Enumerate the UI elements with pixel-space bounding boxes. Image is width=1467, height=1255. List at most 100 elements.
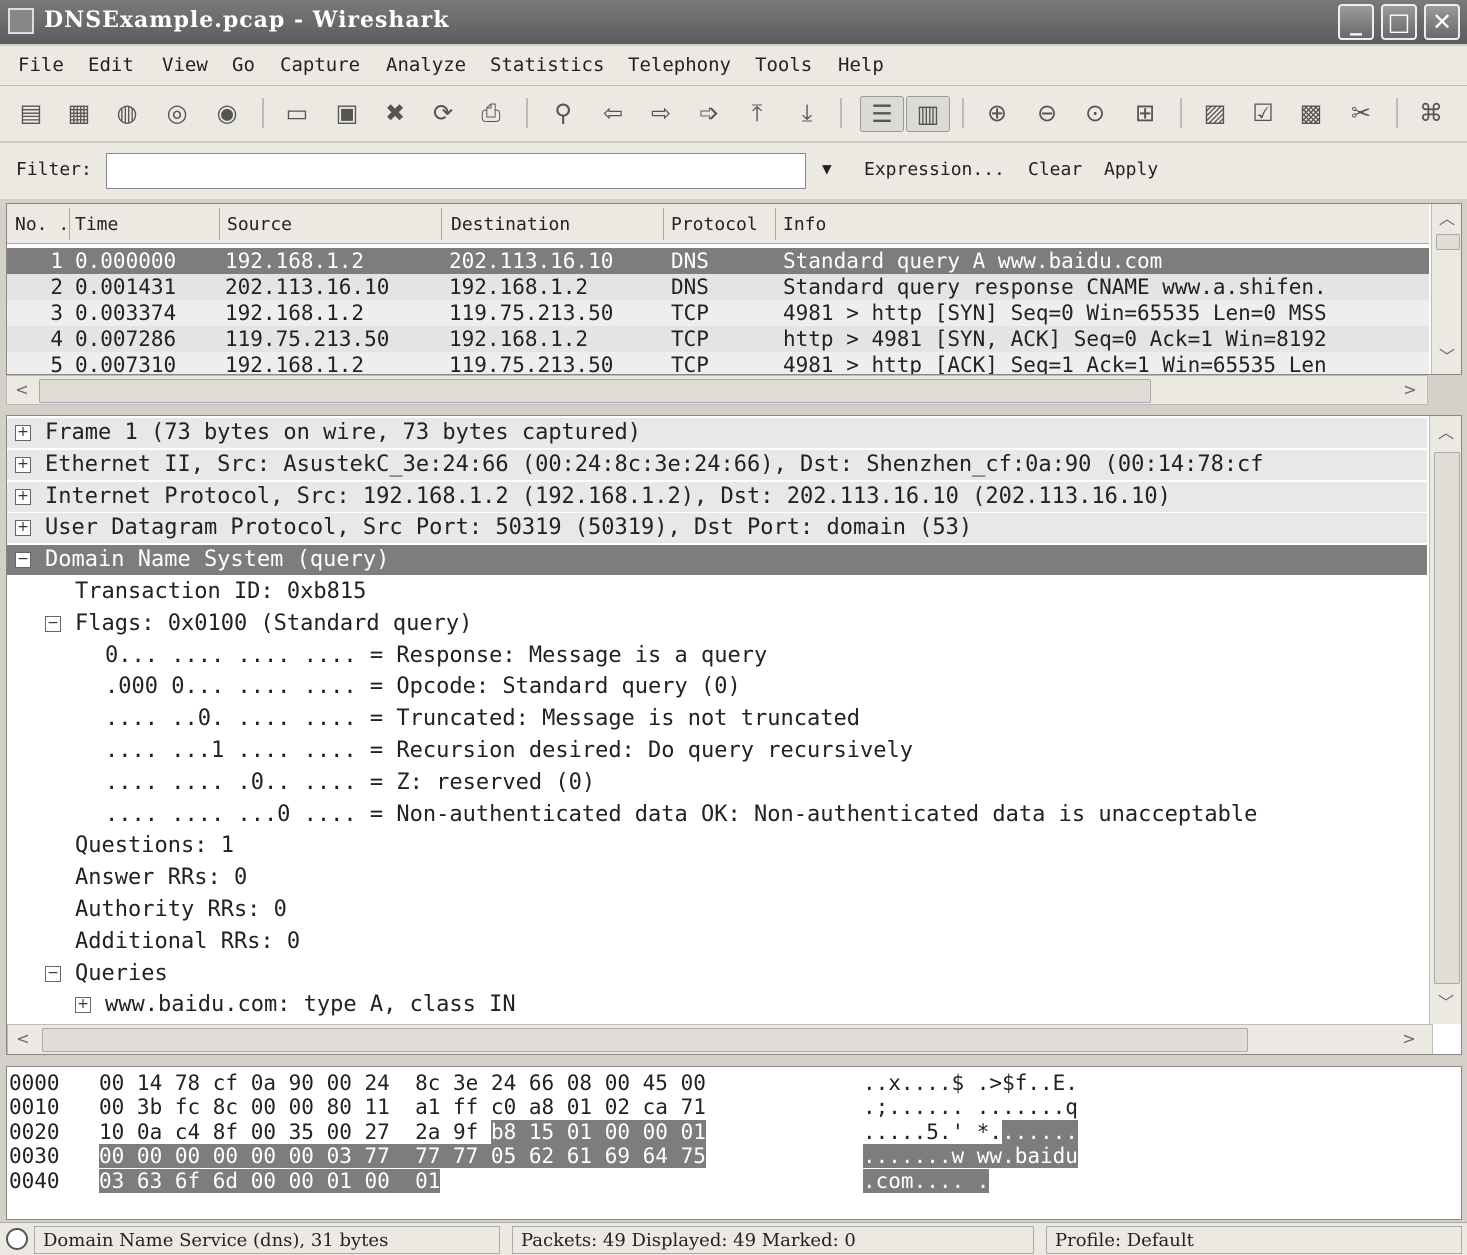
scroll-down-icon[interactable]: ﹀ — [1434, 344, 1460, 370]
scroll-right-icon[interactable]: > — [1397, 377, 1423, 403]
collapse-icon[interactable]: − — [15, 552, 31, 569]
scroll-thumb[interactable] — [1436, 234, 1460, 250]
hex-ascii[interactable]: .com.... . — [863, 1168, 990, 1193]
details-hscrollbar[interactable]: < > — [7, 1024, 1433, 1054]
go-first-packet-icon[interactable]: ⤒ — [740, 96, 774, 130]
tree-node[interactable]: + www.baidu.com: type A, class IN — [7, 990, 1427, 1020]
scroll-left-icon[interactable]: < — [10, 1026, 36, 1052]
tree-node[interactable]: + Frame 1 (73 bytes on wire, 73 bytes cap… — [7, 418, 1427, 448]
print-icon[interactable]: ⎙ — [474, 96, 508, 130]
hex-bytes[interactable]: 10 0a c4 8f 00 35 00 27 2a 9f b8 15 01 0… — [99, 1119, 706, 1144]
capture-filters-icon[interactable]: ▨ — [1198, 96, 1232, 130]
auto-scroll-icon[interactable]: ▥ — [906, 96, 950, 132]
packet-row[interactable]: 3 0.003374 192.168.1.2 119.75.213.50 TCP 4981… — [7, 300, 1429, 326]
packet-row[interactable]: 5 0.007310 192.168.1.2 119.75.213.50 TCP 4981… — [7, 352, 1429, 374]
maximize-button[interactable]: □ — [1381, 4, 1417, 40]
minimize-button[interactable]: _ — [1338, 4, 1374, 40]
close-button[interactable]: ✕ — [1424, 4, 1460, 40]
tree-node[interactable]: Answer RRs: 0 — [7, 863, 1427, 893]
expand-icon[interactable]: + — [15, 520, 31, 537]
column-divider[interactable] — [219, 208, 220, 240]
stop-capture-icon[interactable]: ◎ — [160, 96, 194, 130]
tree-node[interactable]: .... ...1 .... .... = Recursion desired:… — [7, 736, 1427, 766]
column-header-destination[interactable]: Destination — [451, 214, 570, 235]
menu-file[interactable]: File — [18, 54, 64, 76]
menu-edit[interactable]: Edit — [88, 54, 134, 76]
tree-node[interactable]: Additional RRs: 0 — [7, 927, 1427, 957]
column-header-no[interactable]: No. . — [15, 214, 69, 235]
column-divider[interactable] — [775, 208, 776, 240]
menu-go[interactable]: Go — [232, 54, 255, 76]
interfaces-icon[interactable]: ▤ — [14, 96, 48, 130]
apply-button[interactable]: Apply — [1104, 159, 1158, 180]
go-last-packet-icon[interactable]: ⤓ — [790, 96, 824, 130]
expand-icon[interactable]: + — [75, 997, 91, 1014]
resize-columns-icon[interactable]: ⊞ — [1128, 96, 1162, 130]
expand-icon[interactable]: + — [15, 425, 31, 441]
scroll-thumb[interactable] — [1434, 452, 1460, 984]
column-divider[interactable] — [441, 208, 442, 240]
filter-input[interactable] — [106, 153, 806, 189]
display-filters-icon[interactable]: ☑ — [1246, 96, 1280, 130]
hex-bytes[interactable]: 00 14 78 cf 0a 90 00 24 8c 3e 24 66 08 0… — [99, 1071, 706, 1095]
scroll-up-icon[interactable]: ︿ — [1433, 420, 1459, 446]
clear-button[interactable]: Clear — [1028, 159, 1082, 180]
column-header-info[interactable]: Info — [783, 214, 826, 235]
collapse-icon[interactable]: − — [45, 615, 61, 632]
packet-list-hscrollbar[interactable]: < > — [6, 375, 1428, 405]
menu-tools[interactable]: Tools — [755, 54, 812, 76]
tree-node[interactable]: − Domain Name System (query) — [7, 545, 1427, 576]
hex-ascii[interactable]: .;...... .......q — [863, 1095, 1078, 1119]
go-to-packet-icon[interactable]: ➩ — [692, 96, 726, 130]
reload-icon[interactable]: ⟳ — [426, 96, 460, 130]
tree-node[interactable]: .... ..0. .... .... = Truncated: Message… — [7, 704, 1427, 734]
open-file-icon[interactable]: ▭ — [280, 96, 314, 130]
packet-row[interactable]: 1 0.000000 192.168.1.2 202.113.16.10 DNS Stan… — [7, 248, 1429, 274]
expert-info-icon[interactable] — [6, 1228, 28, 1250]
menu-help[interactable]: Help — [838, 54, 884, 76]
hex-ascii[interactable]: ..x....$ .>$f..E. — [863, 1071, 1078, 1095]
capture-options-icon[interactable]: ▦ — [62, 96, 96, 130]
scroll-down-icon[interactable]: ﹀ — [1433, 990, 1459, 1016]
tree-node[interactable]: + User Datagram Protocol, Src Port: 50319… — [7, 513, 1427, 544]
tree-node[interactable]: .... .... ...0 .... = Non-authenticated … — [7, 800, 1427, 830]
scroll-right-icon[interactable]: > — [1396, 1026, 1422, 1052]
tree-node[interactable]: Transaction ID: 0xb815 — [7, 577, 1427, 607]
column-divider[interactable] — [663, 208, 664, 240]
tree-node[interactable]: .... .... .0.. .... = Z: reserved (0) — [7, 768, 1427, 798]
column-header-time[interactable]: Time — [75, 214, 118, 235]
colorize-icon[interactable]: ☰ — [860, 96, 904, 132]
scroll-thumb[interactable] — [39, 379, 1151, 403]
zoom-in-icon[interactable]: ⊕ — [980, 96, 1014, 130]
tree-node[interactable]: + Ethernet II, Src: AsustekC_3e:24:66 (00… — [7, 449, 1427, 480]
scroll-left-icon[interactable]: < — [9, 377, 35, 403]
column-header-protocol[interactable]: Protocol — [671, 214, 758, 235]
preferences-icon[interactable]: ✂ — [1344, 96, 1378, 130]
close-file-icon[interactable]: ✖ — [378, 96, 412, 130]
expand-icon[interactable]: + — [15, 488, 31, 505]
column-divider[interactable] — [69, 208, 70, 240]
tree-node[interactable]: .000 0... .... .... = Opcode: Standard q… — [7, 672, 1427, 702]
column-header-source[interactable]: Source — [227, 214, 292, 235]
coloring-rules-icon[interactable]: ▩ — [1294, 96, 1328, 130]
menu-statistics[interactable]: Statistics — [490, 54, 604, 76]
go-back-icon[interactable]: ⇦ — [596, 96, 630, 130]
tree-node[interactable]: − Queries — [7, 959, 1427, 989]
status-profile[interactable]: Profile: Default — [1046, 1226, 1462, 1254]
hex-bytes[interactable]: 00 3b fc 8c 00 00 80 11 a1 ff c0 a8 01 0… — [99, 1095, 706, 1119]
expression-button[interactable]: Expression... — [864, 159, 1005, 180]
tree-node[interactable]: − Flags: 0x0100 (Standard query) — [7, 609, 1427, 639]
filter-dropdown-icon[interactable]: ▼ — [822, 159, 832, 178]
menu-telephony[interactable]: Telephony — [628, 54, 731, 76]
hex-bytes[interactable]: 03 63 6f 6d 00 00 01 00 01 — [99, 1168, 441, 1193]
hex-ascii[interactable]: .....5.' *....... — [863, 1119, 1078, 1144]
scroll-thumb[interactable] — [42, 1028, 1248, 1052]
normal-size-icon[interactable]: ⊙ — [1078, 96, 1112, 130]
menu-capture[interactable]: Capture — [280, 54, 360, 76]
go-forward-icon[interactable]: ⇨ — [644, 96, 678, 130]
collapse-icon[interactable]: − — [45, 965, 61, 982]
start-capture-icon[interactable]: ◍ — [110, 96, 144, 130]
menu-analyze[interactable]: Analyze — [386, 54, 466, 76]
zoom-out-icon[interactable]: ⊖ — [1030, 96, 1064, 130]
packet-list-vscrollbar[interactable]: ︿ ﹀ — [1431, 204, 1461, 374]
